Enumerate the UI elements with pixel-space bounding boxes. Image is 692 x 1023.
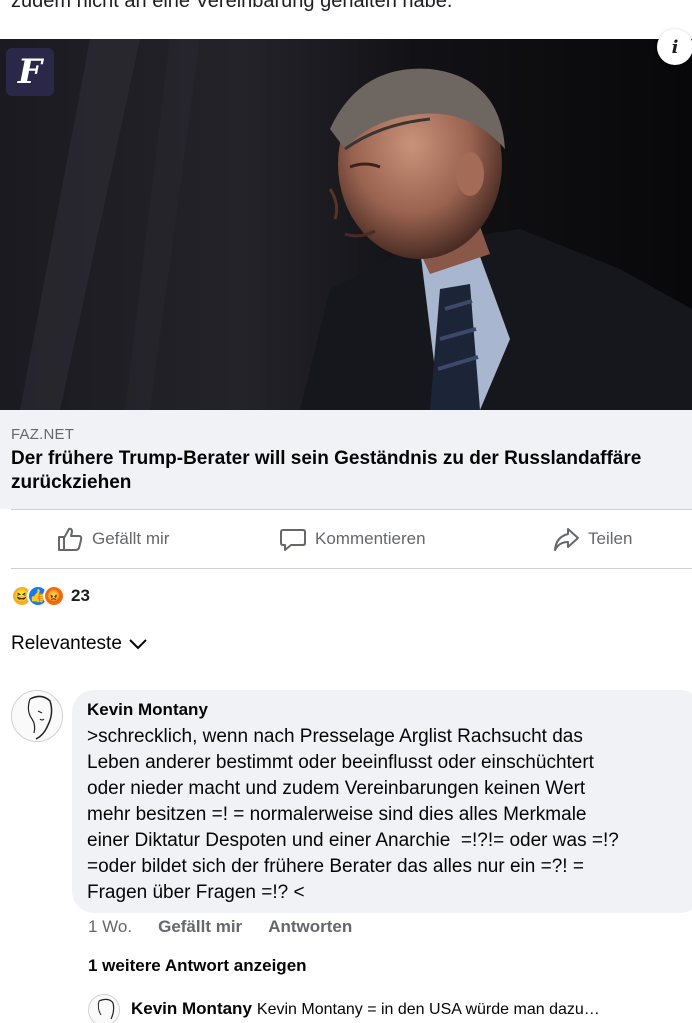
sketch-face-avatar xyxy=(12,691,62,741)
comment-meta: 1 Wo. Gefällt mir Antworten xyxy=(88,917,352,937)
share-label: Teilen xyxy=(588,529,633,548)
link-source: FAZ.NET xyxy=(11,426,75,443)
sort-label: Relevanteste xyxy=(11,633,122,654)
reply-avatar[interactable] xyxy=(88,994,120,1023)
chevron-down-icon xyxy=(129,639,147,650)
reactions-summary[interactable]: 😆 👍 😡 23 xyxy=(11,584,90,608)
thumbs-up-icon xyxy=(58,527,83,551)
like-button[interactable]: Gefällt mir xyxy=(56,510,169,568)
comment-time[interactable]: 1 Wo. xyxy=(88,917,132,937)
angry-reaction-icon: 😡 xyxy=(43,585,65,607)
sketch-face-avatar xyxy=(89,995,119,1023)
comment-button[interactable]: Kommentieren xyxy=(279,510,426,568)
action-bar: Gefällt mir Kommentieren Teilen xyxy=(0,510,692,568)
comment-like-button[interactable]: Gefällt mir xyxy=(158,917,242,937)
share-button[interactable]: Teilen xyxy=(552,510,632,568)
comment-sort-dropdown[interactable]: Relevanteste xyxy=(11,633,148,655)
article-image[interactable] xyxy=(0,39,692,410)
article-photo-illustration xyxy=(0,39,692,410)
faz-logo-icon[interactable]: F xyxy=(6,48,54,96)
comment-text: >schrecklich, wenn nach Presselage Argli… xyxy=(87,726,619,903)
share-arrow-icon xyxy=(554,528,579,551)
comment-label: Kommentieren xyxy=(315,529,426,548)
comment-reply-button[interactable]: Antworten xyxy=(268,917,352,937)
divider xyxy=(11,568,692,569)
avatar[interactable] xyxy=(11,690,63,742)
view-more-replies-link[interactable]: 1 weitere Antwort anzeigen xyxy=(88,956,307,976)
comment-author[interactable]: Kevin Montany xyxy=(87,700,686,720)
info-icon[interactable]: i xyxy=(657,29,692,65)
post-caption: zudem nicht an eine Vereinbarung gehalte… xyxy=(11,0,453,12)
reply-preview[interactable]: Kevin Montany Kevin Montany = in den USA … xyxy=(131,999,600,1019)
comment-bubble[interactable]: Kevin Montany >schrecklich, wenn nach Pr… xyxy=(72,690,692,913)
speech-bubble-icon xyxy=(280,529,306,551)
reaction-count: 23 xyxy=(71,586,90,605)
reply-snippet: Kevin Montany = in den USA würde man daz… xyxy=(256,1001,600,1018)
like-label: Gefällt mir xyxy=(92,529,170,548)
link-title: Der frühere Trump-Berater will sein Gest… xyxy=(11,448,642,493)
link-preview[interactable]: FAZ.NET Der frühere Trump-Berater will s… xyxy=(0,410,692,509)
reply-author[interactable]: Kevin Montany xyxy=(131,999,252,1018)
